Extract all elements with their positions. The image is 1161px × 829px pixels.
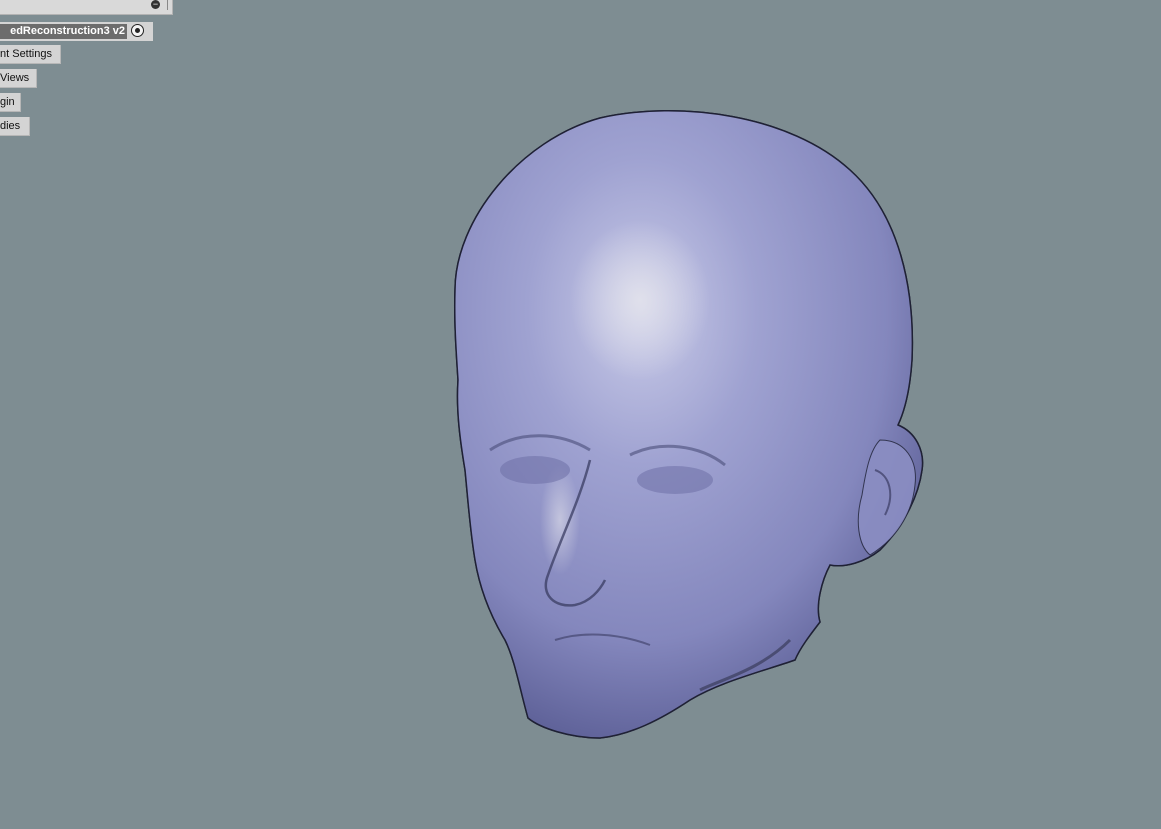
- browser-header: −: [0, 0, 173, 15]
- folder-named-views[interactable]: Views: [0, 69, 37, 88]
- browser-component-node[interactable]: edReconstruction3 v2: [0, 22, 153, 41]
- folder-label: Views: [0, 72, 30, 84]
- folder-label: dies: [0, 120, 21, 132]
- folder-origin[interactable]: gin: [0, 93, 21, 112]
- folder-document-settings[interactable]: nt Settings: [0, 45, 61, 64]
- folder-label: gin: [0, 96, 15, 108]
- head-mesh-model[interactable]: [0, 0, 1161, 829]
- folder-bodies[interactable]: dies: [0, 117, 30, 136]
- component-name-label[interactable]: edReconstruction3 v2: [0, 24, 127, 39]
- canvas-viewport[interactable]: − edReconstruction3 v2 nt Settings Views…: [0, 0, 1161, 829]
- grip-handle[interactable]: [167, 0, 170, 10]
- folder-label: nt Settings: [0, 48, 52, 60]
- active-radio-icon[interactable]: [131, 24, 144, 37]
- collapse-icon[interactable]: −: [151, 0, 160, 9]
